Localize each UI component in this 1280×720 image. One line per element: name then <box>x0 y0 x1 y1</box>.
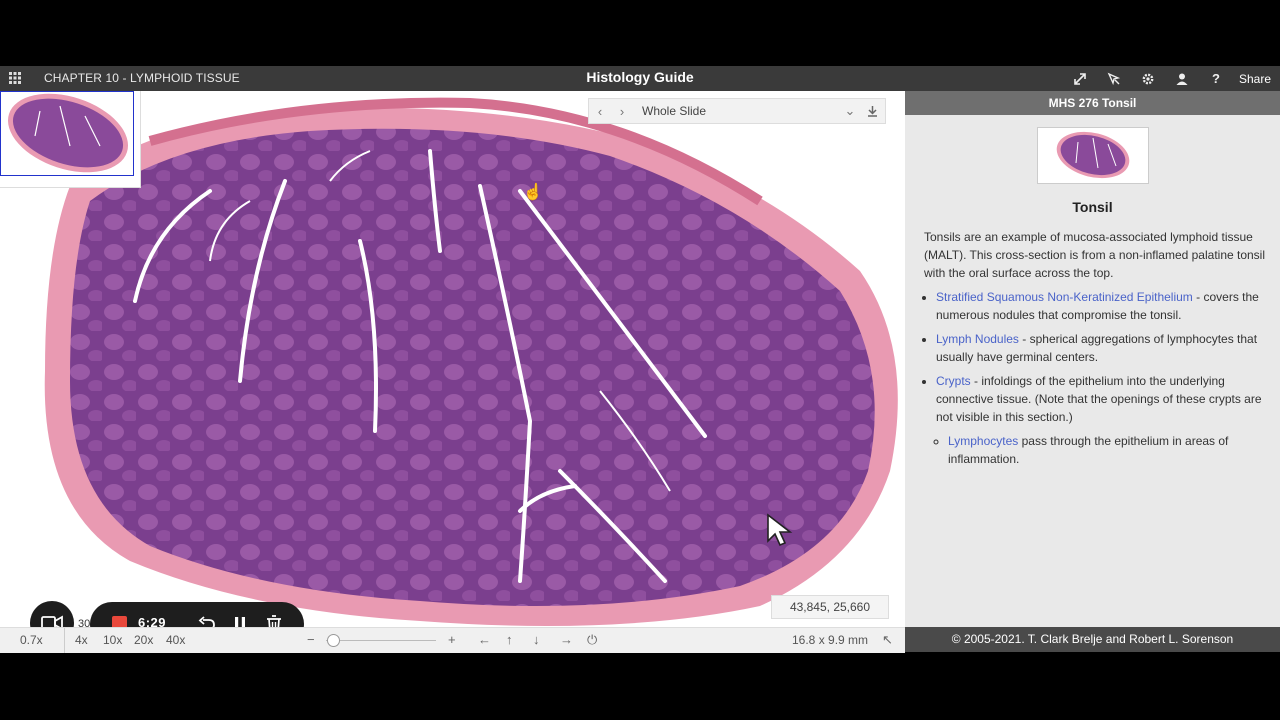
chevron-right-icon[interactable]: › <box>614 103 630 119</box>
download-icon[interactable] <box>864 103 880 119</box>
zoom-slider-handle[interactable] <box>327 634 340 647</box>
lymph-nodules-link[interactable]: Lymph Nodules <box>936 332 1019 346</box>
viewer-bottom-bar: 0.7x 4x 10x 20x 40x − + ← ↑ ↓ → ⏻ 16.8 x… <box>0 627 905 653</box>
zoom-slider-track[interactable] <box>326 640 436 641</box>
slide-region-label: Whole Slide <box>642 104 707 118</box>
user-icon[interactable] <box>1165 70 1199 87</box>
arrow-up-icon[interactable]: ↑ <box>506 632 513 647</box>
list-item: Crypts - infoldings of the epithelium in… <box>936 372 1266 468</box>
toolbar: ? Share <box>1063 70 1271 87</box>
arrow-up-left-icon[interactable]: ↖ <box>882 632 893 648</box>
zoom-level-current[interactable]: 0.7x <box>20 633 43 647</box>
stop-recording-button[interactable] <box>112 616 127 627</box>
grid-menu-icon[interactable] <box>9 72 21 84</box>
hand-cursor-icon: ☝ <box>523 184 543 201</box>
copyright-footer: © 2005-2021. T. Clark Brelje and Robert … <box>905 627 1280 652</box>
trash-icon[interactable] <box>263 613 285 627</box>
feature-list: Stratified Squamous Non-Keratinized Epit… <box>924 288 1266 468</box>
settings-icon[interactable] <box>1131 70 1165 87</box>
chapter-link[interactable]: CHAPTER 10 - LYMPHOID TISSUE <box>44 71 240 85</box>
zoom-out-button[interactable]: − <box>307 632 315 647</box>
slide-thumbnail[interactable] <box>1037 127 1149 184</box>
power-reset-icon[interactable]: ⏻ <box>587 632 597 648</box>
share-button[interactable]: Share <box>1239 72 1271 86</box>
intro-text: Tonsils are an example of mucosa-associa… <box>924 230 1266 280</box>
arrow-down-icon[interactable]: ↓ <box>533 632 540 647</box>
lymphocytes-link[interactable]: Lymphocytes <box>948 434 1018 448</box>
arrow-left-icon[interactable]: ← <box>478 632 491 647</box>
arrow-right-icon[interactable]: → <box>560 632 573 647</box>
slide-dimensions: 16.8 x 9.9 mm <box>792 633 869 647</box>
epithelium-link[interactable]: Stratified Squamous Non-Keratinized Epit… <box>936 290 1193 304</box>
specimen-description: Tonsils are an example of mucosa-associa… <box>924 228 1266 474</box>
scale-bar-label: 30 <box>78 618 91 627</box>
zoom-40x-button[interactable]: 40x <box>166 633 185 647</box>
list-item: Stratified Squamous Non-Keratinized Epit… <box>936 288 1266 324</box>
help-icon[interactable]: ? <box>1199 70 1233 87</box>
navigator-minimap[interactable] <box>0 91 141 188</box>
sub-list: Lymphocytes pass through the epithelium … <box>936 432 1266 468</box>
info-panel: MHS 276 Tonsil Tonsil Tonsils are an exa… <box>905 91 1280 627</box>
list-item: Lymph Nodules - spherical aggregations o… <box>936 330 1266 366</box>
zoom-in-button[interactable]: + <box>448 632 456 647</box>
chevron-down-icon[interactable]: ⌄ <box>842 103 858 119</box>
specimen-name: Tonsil <box>1072 199 1113 215</box>
recording-timer: 6:29 <box>138 615 167 627</box>
sub-list-item: Lymphocytes pass through the epithelium … <box>948 432 1266 468</box>
tonsil-thumbnail-image <box>1056 131 1130 179</box>
pointer-icon[interactable] <box>1097 70 1131 87</box>
divider <box>64 628 65 653</box>
video-camera-icon <box>41 615 63 627</box>
chevron-left-icon[interactable]: ‹ <box>592 103 608 119</box>
zoom-20x-button[interactable]: 20x <box>134 633 153 647</box>
zoom-4x-button[interactable]: 4x <box>75 633 88 647</box>
coordinates-readout: 43,845, 25,660 <box>771 595 889 619</box>
navigator-viewport-frame[interactable] <box>0 91 134 176</box>
slide-viewer[interactable]: ‹ › Whole Slide ⌄ ☝ 43,845, 25,660 30 6:… <box>0 91 905 627</box>
undo-icon[interactable] <box>196 613 218 627</box>
pause-icon[interactable] <box>229 613 251 627</box>
slide-region-selector[interactable]: ‹ › Whole Slide ⌄ <box>588 98 886 124</box>
mouse-cursor-icon <box>767 513 793 547</box>
list-item-text: - infoldings of the epithelium into the … <box>936 374 1262 424</box>
fullscreen-icon[interactable] <box>1063 70 1097 87</box>
crypts-link[interactable]: Crypts <box>936 374 971 388</box>
zoom-10x-button[interactable]: 10x <box>103 633 122 647</box>
panel-slide-title: MHS 276 Tonsil <box>905 91 1280 115</box>
top-bar: CHAPTER 10 - LYMPHOID TISSUE Histology G… <box>0 66 1280 91</box>
histology-app: CHAPTER 10 - LYMPHOID TISSUE Histology G… <box>0 66 1280 653</box>
recording-controls: 6:29 <box>90 602 304 627</box>
